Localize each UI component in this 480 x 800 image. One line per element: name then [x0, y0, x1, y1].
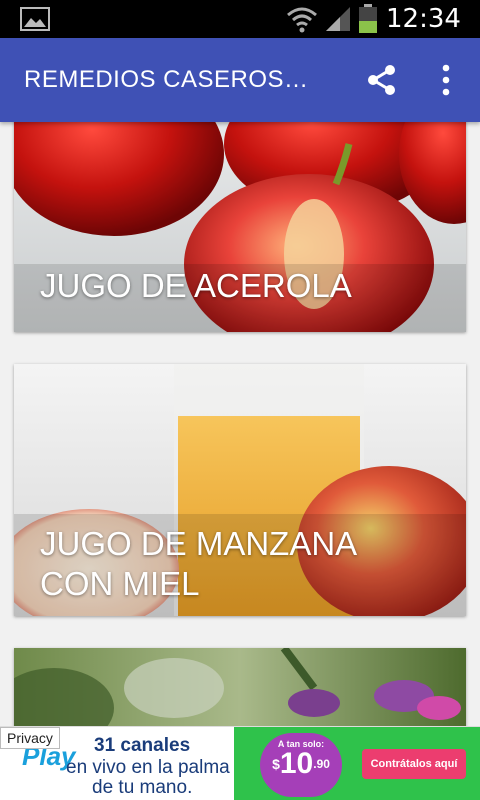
ad-price-badge: A tan solo: $10.90: [260, 733, 342, 797]
signal-icon: [326, 7, 350, 31]
status-bar: 12:34: [0, 0, 480, 38]
share-icon[interactable]: [364, 62, 400, 98]
flowers-image: [14, 648, 466, 726]
gallery-icon: [20, 7, 50, 31]
app-title: REMEDIOS CASEROS…: [24, 66, 309, 93]
ad-text-line-3: de tu mano.: [92, 777, 193, 798]
ad-text-line-2: en vivo en la palma: [66, 757, 230, 778]
status-time: 12:34: [386, 4, 461, 34]
ad-price: $10.90: [260, 749, 342, 779]
remedies-list[interactable]: JUGO DE ACEROLA JUGO DE MANZANA CON MIEL: [0, 122, 480, 726]
card-title: JUGO DE ACEROLA: [40, 267, 352, 304]
app-bar: REMEDIOS CASEROS…: [0, 38, 480, 122]
battery-icon: [359, 4, 377, 33]
more-vert-icon[interactable]: [432, 62, 460, 98]
ad-price-whole: 10: [279, 747, 314, 780]
ad-privacy-link[interactable]: Privacy: [0, 727, 60, 749]
ad-cta-button[interactable]: Contrátalos aquí: [362, 749, 466, 779]
wifi-icon: [287, 7, 317, 33]
card-title: JUGO DE MANZANA CON MIEL: [40, 525, 356, 602]
ad-price-symbol: $: [272, 756, 280, 772]
card-jugo-de-manzana-con-miel[interactable]: JUGO DE MANZANA CON MIEL: [14, 364, 466, 616]
ad-banner[interactable]: Privacy Play 31 canales en vivo en la pa…: [0, 726, 480, 800]
card-remedy-3[interactable]: [14, 648, 466, 726]
ad-price-cents: .90: [313, 757, 330, 771]
ad-headline: 31 canales: [94, 735, 191, 756]
card-jugo-de-acerola[interactable]: JUGO DE ACEROLA: [14, 122, 466, 332]
